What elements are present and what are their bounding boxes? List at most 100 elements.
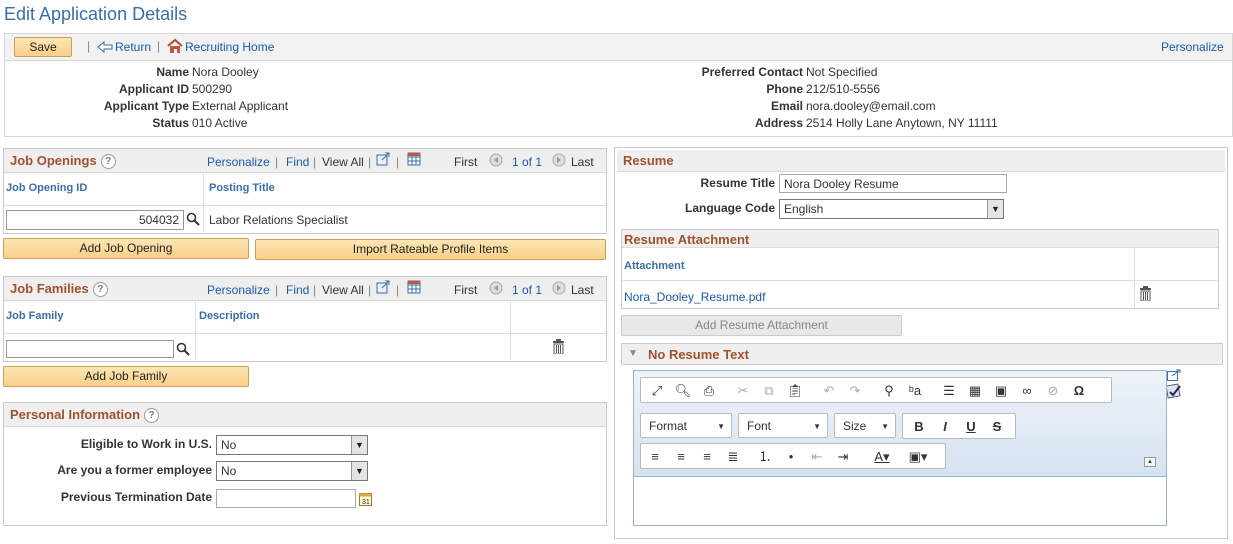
paste-icon[interactable]: 📋︎ (785, 382, 805, 400)
underline-button[interactable]: U (961, 418, 981, 436)
collapse-toolbar-icon[interactable]: ▲ (1144, 457, 1156, 467)
indent-icon[interactable]: ⇥ (833, 448, 853, 466)
job-families-header: Job Families? Personalize | Find | View … (4, 277, 606, 301)
grid-download-icon[interactable] (407, 280, 421, 297)
status-value: 010 Active (192, 116, 248, 130)
preview-icon[interactable]: 🔍︎ (673, 382, 693, 400)
attachment-file-link[interactable]: Nora_Dooley_Resume.pdf (624, 290, 765, 304)
termination-date-input[interactable] (216, 489, 356, 508)
format-dropdown[interactable]: Format ▼ (640, 413, 732, 438)
status-label: Status (152, 116, 189, 130)
find-link[interactable]: Find (286, 155, 309, 169)
cut-icon[interactable]: ✂ (733, 382, 753, 400)
replace-icon[interactable]: ᵇa (905, 382, 925, 400)
lookup-icon[interactable] (186, 212, 200, 229)
resume-attachment-header: Resume Attachment (622, 230, 1218, 248)
help-icon[interactable]: ? (92, 282, 108, 298)
col-divider (195, 334, 196, 362)
bold-button[interactable]: B (909, 418, 929, 436)
col-divider (1134, 248, 1135, 308)
former-employee-label: Are you a former employee (57, 463, 212, 477)
calendar-icon[interactable]: 31 (359, 492, 372, 509)
nav-separator: | (368, 155, 372, 169)
personalize-link[interactable]: Personalize (207, 283, 270, 297)
preferred-contact-label: Preferred Contact (701, 65, 803, 79)
resume-attachment-panel: Resume Attachment Attachment Nora_Dooley… (621, 229, 1219, 309)
find-link[interactable]: Find (286, 283, 309, 297)
former-employee-select[interactable]: No ▼ (216, 461, 368, 481)
numbered-list-icon[interactable]: ⒈ (755, 448, 775, 466)
trash-icon[interactable] (1139, 286, 1152, 304)
language-code-select[interactable]: English ▼ (779, 199, 1004, 219)
table-icon[interactable]: ▦ (965, 382, 985, 400)
new-window-icon[interactable] (376, 280, 390, 297)
job-openings-colheader: Job Opening ID Posting Title (4, 173, 606, 206)
grid-download-icon[interactable] (407, 152, 421, 169)
termination-date-label: Previous Termination Date (60, 490, 212, 504)
nav-separator: | (313, 283, 317, 297)
job-family-input[interactable] (6, 340, 174, 358)
prev-icon[interactable] (489, 153, 503, 170)
bullet-list-icon[interactable]: • (781, 448, 801, 466)
applicant-summary: Name Nora Dooley Applicant ID 500290 App… (4, 61, 1233, 137)
next-icon[interactable] (552, 153, 566, 170)
personalize-link[interactable]: Personalize (207, 155, 270, 169)
spellcheck-icon[interactable] (1165, 382, 1183, 403)
applicant-id-value: 500290 (192, 82, 233, 96)
job-families-panel: Job Families? Personalize | Find | View … (3, 276, 607, 362)
unlink-icon[interactable]: ⊘ (1043, 382, 1063, 400)
first-label: First (454, 155, 478, 169)
redo-icon[interactable]: ↷ (845, 382, 865, 400)
special-char-icon[interactable]: Ω (1069, 382, 1089, 400)
format-dropdown-label: Format (649, 419, 688, 433)
background-color-icon[interactable]: ▣▾ (903, 448, 933, 466)
phone-value: 212/510-5556 (806, 82, 881, 96)
eligible-select[interactable]: No ▼ (216, 435, 368, 455)
nav-separator: | (396, 155, 400, 169)
find-icon[interactable]: ⚲ (879, 382, 899, 400)
save-button[interactable]: Save (14, 37, 72, 57)
resume-panel: Resume Resume Title Nora Dooley Resume L… (614, 147, 1228, 539)
italic-button[interactable]: I (935, 418, 955, 436)
align-justify-icon[interactable]: ≣ (723, 448, 743, 466)
job-opening-id-input[interactable]: 504032 (6, 210, 184, 230)
collapse-icon[interactable]: ▼ (628, 348, 638, 359)
maximize-icon[interactable]: ⤢ (647, 382, 667, 400)
new-window-icon[interactable] (376, 152, 390, 169)
print-icon[interactable]: ⎙ (699, 382, 719, 400)
preferred-contact-value: Not Specified (806, 65, 878, 79)
text-color-icon[interactable]: A▾ (867, 448, 897, 466)
lookup-icon[interactable] (176, 342, 190, 359)
strikethrough-button[interactable]: S (987, 418, 1007, 436)
recruiting-home-link[interactable]: Recruiting Home (185, 40, 274, 54)
horizontal-rule-icon[interactable]: ☰ (939, 382, 959, 400)
add-job-opening-button[interactable]: Add Job Opening (3, 238, 249, 259)
add-resume-attachment-button[interactable]: Add Resume Attachment (621, 315, 902, 336)
next-icon[interactable] (552, 281, 566, 298)
outdent-icon[interactable]: ⇤ (807, 448, 827, 466)
font-dropdown-label: Font (747, 419, 772, 433)
trash-icon[interactable] (552, 339, 565, 357)
align-right-icon[interactable]: ≡ (697, 448, 717, 466)
image-icon[interactable]: ▣ (991, 382, 1011, 400)
copy-icon[interactable]: ⧉ (759, 382, 779, 400)
return-link[interactable]: Return (115, 40, 151, 54)
prev-icon[interactable] (489, 281, 503, 298)
help-icon[interactable]: ? (100, 154, 116, 170)
import-rateable-button[interactable]: Import Rateable Profile Items (255, 239, 606, 260)
help-icon[interactable]: ? (144, 408, 160, 424)
view-all-link[interactable]: View All (322, 283, 364, 297)
align-left-icon[interactable]: ≡ (645, 448, 665, 466)
add-job-family-button[interactable]: Add Job Family (3, 366, 249, 387)
size-dropdown[interactable]: Size ▼ (834, 413, 896, 438)
name-value: Nora Dooley (192, 65, 259, 79)
undo-icon[interactable]: ↶ (819, 382, 839, 400)
resume-attachment-title: Resume Attachment (624, 232, 750, 247)
font-dropdown[interactable]: Font ▼ (738, 413, 828, 438)
align-center-icon[interactable]: ≡ (671, 448, 691, 466)
view-all-link[interactable]: View All (322, 155, 364, 169)
email-value: nora.dooley@email.com (806, 99, 936, 113)
personalize-page-link[interactable]: Personalize (1161, 40, 1224, 54)
link-icon[interactable]: ∞ (1017, 382, 1037, 400)
resume-title-input[interactable]: Nora Dooley Resume (779, 174, 1007, 193)
